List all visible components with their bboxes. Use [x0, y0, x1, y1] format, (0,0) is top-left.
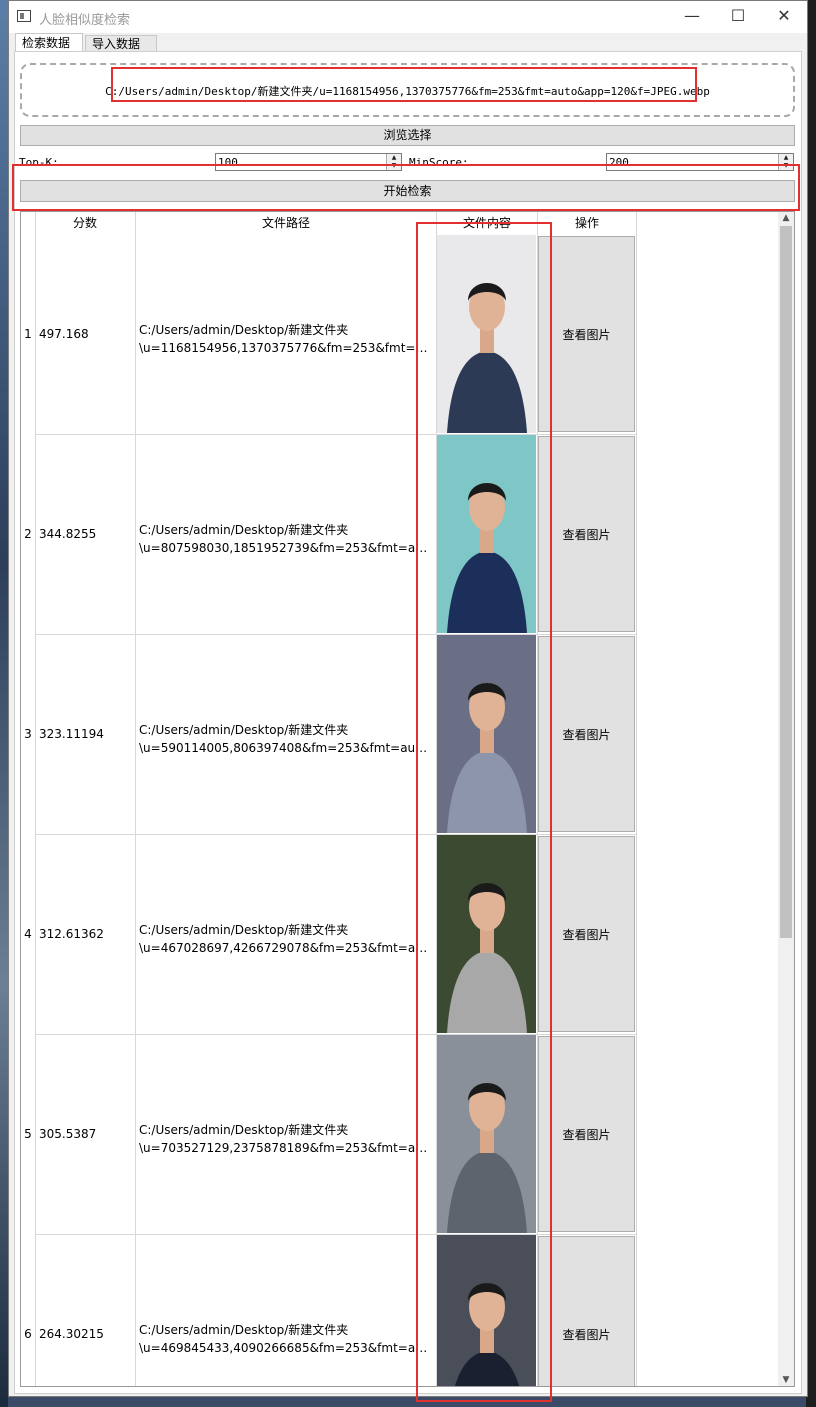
- window-title: 人脸相似度检索: [39, 13, 131, 28]
- path-line: C:/Users/admin/Desktop/新建文件夹: [139, 523, 349, 537]
- header-file-path: 文件路径: [136, 212, 436, 234]
- path-cell: C:/Users/admin/Desktop/新建文件夹 \u=469845433…: [139, 1321, 431, 1357]
- title-bar: 人脸相似度检索 — ☐ ✕: [9, 1, 807, 33]
- path-line: C:/Users/admin/Desktop/新建文件夹: [139, 1123, 349, 1137]
- view-image-button[interactable]: 查看图片: [538, 236, 635, 432]
- minscore-label: MinScore:: [409, 156, 469, 166]
- path-cell: C:/Users/admin/Desktop/新建文件夹 \u=467028697…: [139, 921, 431, 957]
- path-line: \u=703527129,2375878189&fm=253&fmt=auto.…: [139, 1141, 431, 1155]
- topk-stepper-arrows[interactable]: ▲ ▼: [386, 154, 401, 170]
- header-score: 分数: [35, 212, 135, 234]
- path-line: C:/Users/admin/Desktop/新建文件夹: [139, 723, 349, 737]
- path-line: \u=467028697,4266729078&fm=253&fmt=auto.…: [139, 941, 431, 955]
- path-cell: C:/Users/admin/Desktop/新建文件夹 \u=703527129…: [139, 1121, 431, 1157]
- path-line: \u=590114005,806397408&fm=253&fmt=auto&.…: [139, 741, 431, 755]
- face-thumbnail: [437, 235, 536, 433]
- row-number: 6: [24, 1327, 32, 1341]
- face-thumbnail: [437, 1235, 536, 1386]
- scroll-up-arrow[interactable]: ▲: [778, 212, 794, 224]
- vertical-scrollbar[interactable]: ▲ ▼: [778, 212, 794, 1386]
- header-action: 操作: [538, 212, 636, 234]
- score-cell: 312.61362: [39, 927, 104, 941]
- path-line: C:/Users/admin/Desktop/新建文件夹: [139, 923, 349, 937]
- table-row: 3 323.11194 C:/Users/admin/Desktop/新建文件夹 \u…: [21, 634, 636, 834]
- face-thumbnail: [437, 1035, 536, 1233]
- column-divider: [636, 212, 637, 1386]
- path-line: \u=469845433,4090266685&fm=253&fmt=auto.…: [139, 1341, 431, 1355]
- row-number: 1: [24, 327, 32, 341]
- scrollbar-thumb[interactable]: [780, 226, 792, 938]
- score-cell: 323.11194: [39, 727, 104, 741]
- minimize-button[interactable]: —: [669, 1, 715, 33]
- minscore-spinbox[interactable]: 200 ▲ ▼: [606, 153, 794, 171]
- view-image-button[interactable]: 查看图片: [538, 836, 635, 1032]
- path-line: \u=807598030,1851952739&fm=253&fmt=auto.…: [139, 541, 431, 555]
- view-image-button[interactable]: 查看图片: [538, 636, 635, 832]
- tab-import-data[interactable]: 导入数据: [85, 35, 157, 52]
- table-row: 5 305.5387 C:/Users/admin/Desktop/新建文件夹 \u=…: [21, 1034, 636, 1234]
- close-button[interactable]: ✕: [761, 1, 807, 33]
- tab-search-data[interactable]: 检索数据: [15, 33, 83, 53]
- row-number: 5: [24, 1127, 32, 1141]
- selected-image-path: C:/Users/admin/Desktop/新建文件夹/u=116815495…: [105, 85, 710, 98]
- table-row: 6 264.30215 C:/Users/admin/Desktop/新建文件夹 \u…: [21, 1234, 636, 1386]
- start-search-button[interactable]: 开始检索: [20, 180, 795, 202]
- score-cell: 305.5387: [39, 1127, 97, 1141]
- scroll-down-arrow[interactable]: ▼: [778, 1374, 794, 1386]
- results-table: 分数 文件路径 文件内容 操作 1 497.168 C:/Users/admin/D…: [20, 211, 795, 1387]
- app-icon: [17, 10, 31, 22]
- path-cell: C:/Users/admin/Desktop/新建文件夹 \u=590114005…: [139, 721, 431, 757]
- view-image-button[interactable]: 查看图片: [538, 1036, 635, 1232]
- face-thumbnail: [437, 835, 536, 1033]
- path-line: C:/Users/admin/Desktop/新建文件夹: [139, 1323, 349, 1337]
- table-row: 1 497.168 C:/Users/admin/Desktop/新建文件夹 \u=1…: [21, 234, 636, 434]
- minscore-value: 200: [609, 156, 629, 169]
- row-number: 4: [24, 927, 32, 941]
- row-number: 3: [24, 727, 32, 741]
- table-row: 4 312.61362 C:/Users/admin/Desktop/新建文件夹 \u…: [21, 834, 636, 1034]
- path-cell: C:/Users/admin/Desktop/新建文件夹 \u=807598030…: [139, 521, 431, 557]
- view-image-button[interactable]: 查看图片: [538, 1236, 635, 1386]
- score-cell: 497.168: [39, 327, 89, 341]
- face-thumbnail: [437, 635, 536, 833]
- table-row: 2 344.8255 C:/Users/admin/Desktop/新建文件夹 \u=…: [21, 434, 636, 634]
- topk-spinbox[interactable]: 100 ▲ ▼: [215, 153, 402, 171]
- path-line: C:/Users/admin/Desktop/新建文件夹: [139, 323, 349, 337]
- maximize-button[interactable]: ☐: [715, 1, 761, 33]
- view-image-button[interactable]: 查看图片: [538, 436, 635, 632]
- path-cell: C:/Users/admin/Desktop/新建文件夹 \u=116815495…: [139, 321, 431, 357]
- score-cell: 344.8255: [39, 527, 97, 541]
- desktop-background: [0, 0, 8, 1407]
- score-cell: 264.30215: [39, 1327, 104, 1341]
- path-line: \u=1168154956,1370375776&fm=253&fmt=aut.…: [139, 341, 431, 355]
- row-number: 2: [24, 527, 32, 541]
- topk-label: Top-K:: [19, 156, 59, 166]
- topk-value: 100: [218, 156, 238, 169]
- minscore-stepper-arrows[interactable]: ▲ ▼: [778, 154, 793, 170]
- browse-button[interactable]: 浏览选择: [20, 125, 795, 146]
- face-thumbnail: [437, 435, 536, 633]
- image-drop-zone[interactable]: C:/Users/admin/Desktop/新建文件夹/u=116815495…: [20, 63, 795, 117]
- app-window: 人脸相似度检索 — ☐ ✕ 检索数据 导入数据 C:/Users/admin/D…: [8, 0, 808, 1397]
- header-file-content: 文件内容: [437, 212, 537, 234]
